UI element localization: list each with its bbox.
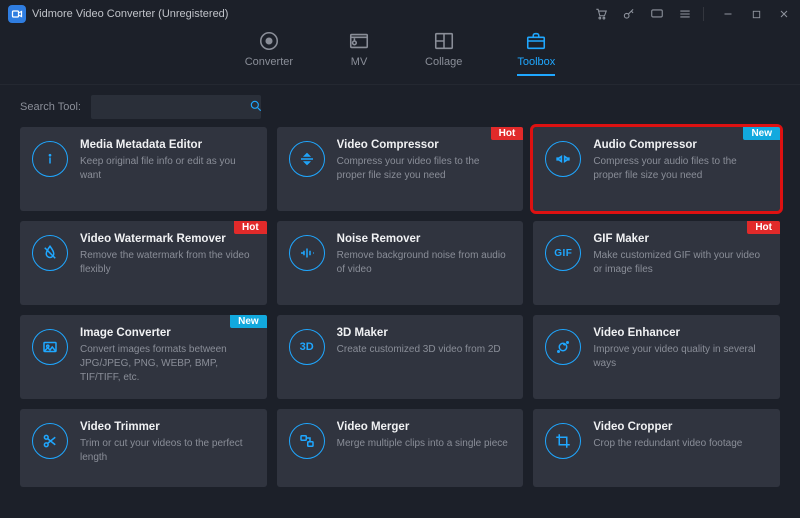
three-d-icon: 3D bbox=[289, 329, 325, 365]
tool-title: Audio Compressor bbox=[593, 139, 766, 151]
feedback-icon[interactable] bbox=[649, 6, 665, 22]
app-title: Vidmore Video Converter (Unregistered) bbox=[32, 8, 228, 20]
search-bar: Search Tool: bbox=[0, 85, 800, 127]
info-icon bbox=[32, 141, 68, 177]
tab-toolbox[interactable]: Toolbox bbox=[517, 30, 555, 76]
tool-title: Video Watermark Remover bbox=[80, 233, 253, 245]
tool-title: 3D Maker bbox=[337, 327, 510, 339]
tab-label: Converter bbox=[245, 56, 293, 68]
tool-title: Video Trimmer bbox=[80, 421, 253, 433]
tool-title: Video Enhancer bbox=[593, 327, 766, 339]
menu-icon[interactable] bbox=[677, 6, 693, 22]
new-badge: New bbox=[743, 127, 780, 140]
search-label: Search Tool: bbox=[20, 101, 81, 113]
tool-image-converter[interactable]: New Image Converter Convert images forma… bbox=[20, 315, 267, 399]
scissors-icon bbox=[32, 423, 68, 459]
tab-mv[interactable]: MV bbox=[348, 30, 370, 76]
audio-compress-icon bbox=[545, 141, 581, 177]
tool-desc: Create customized 3D video from 2D bbox=[337, 343, 510, 357]
merge-icon bbox=[289, 423, 325, 459]
tab-label: MV bbox=[351, 56, 368, 68]
hot-badge: Hot bbox=[747, 221, 780, 234]
maximize-button[interactable] bbox=[748, 6, 764, 22]
tab-converter[interactable]: Converter bbox=[245, 30, 293, 76]
tool-title: Noise Remover bbox=[337, 233, 510, 245]
tool-audio-compressor[interactable]: New Audio Compressor Compress your audio… bbox=[533, 127, 780, 211]
minimize-button[interactable] bbox=[720, 6, 736, 22]
tool-desc: Remove background noise from audio of vi… bbox=[337, 249, 510, 277]
tab-label: Toolbox bbox=[517, 56, 555, 68]
tool-title: Video Merger bbox=[337, 421, 510, 433]
tool-video-merger[interactable]: Video Merger Merge multiple clips into a… bbox=[277, 409, 524, 487]
gif-icon: GIF bbox=[545, 235, 581, 271]
tool-media-metadata-editor[interactable]: Media Metadata Editor Keep original file… bbox=[20, 127, 267, 211]
key-icon[interactable] bbox=[621, 6, 637, 22]
search-field-wrap bbox=[91, 95, 261, 119]
tool-watermark-remover[interactable]: Hot Video Watermark Remover Remove the w… bbox=[20, 221, 267, 305]
toolbox-grid: Media Metadata Editor Keep original file… bbox=[0, 127, 800, 497]
tool-noise-remover[interactable]: Noise Remover Remove background noise fr… bbox=[277, 221, 524, 305]
close-button[interactable] bbox=[776, 6, 792, 22]
tool-title: Video Compressor bbox=[337, 139, 510, 151]
compress-icon bbox=[289, 141, 325, 177]
separator bbox=[703, 7, 704, 21]
titlebar: Vidmore Video Converter (Unregistered) bbox=[0, 0, 800, 28]
tool-desc: Improve your video quality in several wa… bbox=[593, 343, 766, 371]
noise-icon bbox=[289, 235, 325, 271]
tool-3d-maker[interactable]: 3D 3D Maker Create customized 3D video f… bbox=[277, 315, 524, 399]
tab-collage[interactable]: Collage bbox=[425, 30, 462, 76]
tool-desc: Compress your audio files to the proper … bbox=[593, 155, 766, 183]
tool-desc: Compress your video files to the proper … bbox=[337, 155, 510, 183]
new-badge: New bbox=[230, 315, 267, 328]
enhance-icon bbox=[545, 329, 581, 365]
tool-video-compressor[interactable]: Hot Video Compressor Compress your video… bbox=[277, 127, 524, 211]
tool-gif-maker[interactable]: Hot GIF GIF Maker Make customized GIF wi… bbox=[533, 221, 780, 305]
tool-desc: Convert images formats between JPG/JPEG,… bbox=[80, 343, 253, 385]
tool-title: Media Metadata Editor bbox=[80, 139, 253, 151]
app-logo-icon bbox=[8, 5, 26, 23]
tool-desc: Merge multiple clips into a single piece bbox=[337, 437, 510, 451]
search-icon[interactable] bbox=[249, 99, 263, 116]
search-input[interactable] bbox=[99, 100, 245, 114]
tool-desc: Crop the redundant video footage bbox=[593, 437, 766, 451]
tool-desc: Make customized GIF with your video or i… bbox=[593, 249, 766, 277]
tool-desc: Trim or cut your videos to the perfect l… bbox=[80, 437, 253, 465]
hot-badge: Hot bbox=[491, 127, 524, 140]
crop-icon bbox=[545, 423, 581, 459]
tool-desc: Keep original file info or edit as you w… bbox=[80, 155, 253, 183]
cart-icon[interactable] bbox=[593, 6, 609, 22]
tool-video-enhancer[interactable]: Video Enhancer Improve your video qualit… bbox=[533, 315, 780, 399]
tool-video-cropper[interactable]: Video Cropper Crop the redundant video f… bbox=[533, 409, 780, 487]
tab-label: Collage bbox=[425, 56, 462, 68]
tool-desc: Remove the watermark from the video flex… bbox=[80, 249, 253, 277]
hot-badge: Hot bbox=[234, 221, 267, 234]
watermark-icon bbox=[32, 235, 68, 271]
tool-title: Video Cropper bbox=[593, 421, 766, 433]
tool-title: Image Converter bbox=[80, 327, 253, 339]
main-tabs: Converter MV Collage Toolbox bbox=[0, 28, 800, 85]
tool-title: GIF Maker bbox=[593, 233, 766, 245]
image-convert-icon bbox=[32, 329, 68, 365]
tool-video-trimmer[interactable]: Video Trimmer Trim or cut your videos to… bbox=[20, 409, 267, 487]
